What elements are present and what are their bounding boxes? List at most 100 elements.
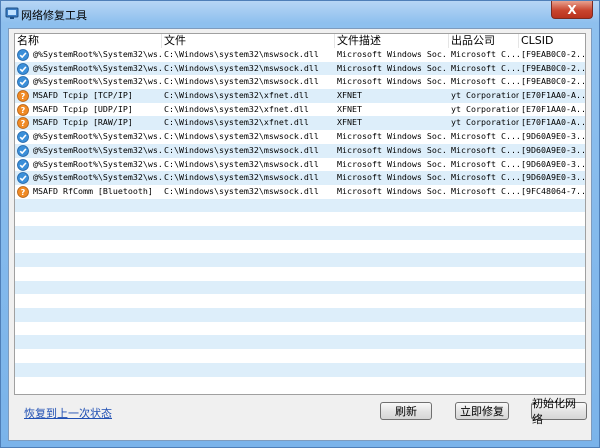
cell-desc: Microsoft Windows Soc... xyxy=(337,49,447,59)
cell-file: C:\Windows\system32\mswsock.dll xyxy=(164,185,319,196)
cell-company: Microsoft C... xyxy=(451,144,519,155)
svg-text:?: ? xyxy=(21,119,26,128)
cell-clsid: [E70F1AA0-A... xyxy=(521,117,585,128)
cell-file: C:\Windows\system32\mswsock.dll xyxy=(164,172,319,183)
check-status-icon xyxy=(17,76,29,89)
cell-clsid: [9D60A9E0-3... xyxy=(521,172,585,183)
cell-file: C:\Windows\system32\mswsock.dll xyxy=(164,158,319,169)
cell-company: Microsoft C... xyxy=(451,131,519,142)
cell-name: MSAFD Tcpip [UDP/IP] xyxy=(33,103,133,114)
question-status-icon: ? xyxy=(17,90,29,102)
table-row[interactable]: @%SystemRoot%\System32\ws... C:\Windows\s… xyxy=(15,61,585,76)
cell-company: Microsoft C... xyxy=(451,185,519,196)
cell-name: MSAFD Tcpip [TCP/IP] xyxy=(33,90,133,101)
cell-desc: Microsoft Windows Soc... xyxy=(337,185,447,196)
empty-row xyxy=(15,294,585,309)
table-row[interactable]: ? MSAFD Tcpip [RAW/IP] C:\Windows\system32… xyxy=(15,116,585,131)
cell-name: @%SystemRoot%\System32\ws... xyxy=(33,131,161,142)
empty-row xyxy=(15,308,585,322)
table-row[interactable]: @%SystemRoot%\System32\ws... C:\Windows\s… xyxy=(15,157,585,172)
cell-desc: XFNET xyxy=(337,117,362,128)
refresh-button[interactable]: 刷新 xyxy=(380,402,432,420)
cell-file: C:\Windows\system32\xfnet.dll xyxy=(164,117,309,128)
cell-desc: Microsoft Windows Soc... xyxy=(337,158,447,169)
repair-now-button[interactable]: 立即修复 xyxy=(455,402,509,420)
cell-desc: Microsoft Windows Soc... xyxy=(337,62,447,73)
cell-name: @%SystemRoot%\System32\ws... xyxy=(33,172,161,183)
question-status-icon: ? xyxy=(17,117,29,130)
initialize-network-button[interactable]: 初始化网络 xyxy=(531,397,587,426)
cell-company: yt Corporation xyxy=(451,103,519,114)
empty-row xyxy=(15,267,585,281)
cell-company: Microsoft C... xyxy=(451,172,519,183)
cell-file: C:\Windows\system32\mswsock.dll xyxy=(164,76,319,87)
cell-clsid: [F9EAB0C0-2... xyxy=(521,76,585,87)
check-status-icon xyxy=(17,172,29,185)
column-header-name[interactable]: 名称 xyxy=(15,34,162,48)
cell-name: @%SystemRoot%\System32\ws... xyxy=(33,144,161,155)
close-icon: X xyxy=(567,2,577,17)
app-window: 网络修复工具 X 名称 文件 文件描述 出品公司 CLSID @%SystemR… xyxy=(0,0,600,448)
cell-clsid: [E70F1AA0-A... xyxy=(521,90,585,101)
empty-row xyxy=(15,280,585,295)
network-app-icon xyxy=(5,7,19,19)
cell-clsid: [F9EAB0C0-2... xyxy=(521,49,585,59)
cell-name: @%SystemRoot%\System32\ws... xyxy=(33,62,161,73)
column-header-file[interactable]: 文件 xyxy=(162,34,335,48)
column-header-clsid[interactable]: CLSID xyxy=(519,34,585,48)
cell-company: Microsoft C... xyxy=(451,62,519,73)
cell-name: @%SystemRoot%\System32\ws... xyxy=(33,158,161,169)
check-status-icon xyxy=(17,62,29,75)
table-row[interactable]: ? MSAFD Tcpip [UDP/IP] C:\Windows\system32… xyxy=(15,102,585,117)
cell-name: @%SystemRoot%\System32\ws... xyxy=(33,76,161,87)
cell-file: C:\Windows\system32\mswsock.dll xyxy=(164,131,319,142)
cell-file: C:\Windows\system32\xfnet.dll xyxy=(164,90,309,101)
question-status-icon: ? xyxy=(17,185,29,198)
empty-row xyxy=(15,335,585,350)
cell-clsid: [F9EAB0C0-2... xyxy=(521,62,585,73)
title-bar[interactable]: 网络修复工具 X xyxy=(1,1,599,27)
cell-company: yt Corporation xyxy=(451,90,519,101)
cell-company: Microsoft C... xyxy=(451,158,519,169)
table-row[interactable]: ? MSAFD RfComm [Bluetooth] C:\Windows\syst… xyxy=(15,184,585,199)
check-status-icon xyxy=(17,49,29,61)
cell-file: C:\Windows\system32\mswsock.dll xyxy=(164,49,319,59)
lsp-list-view[interactable]: 名称 文件 文件描述 出品公司 CLSID @%SystemRoot%\Syst… xyxy=(14,33,586,395)
column-header-company[interactable]: 出品公司 xyxy=(449,34,519,48)
empty-row xyxy=(15,198,585,213)
column-header-description[interactable]: 文件描述 xyxy=(335,34,449,48)
check-status-icon xyxy=(17,158,29,171)
client-area: 名称 文件 文件描述 出品公司 CLSID @%SystemRoot%\Syst… xyxy=(8,28,592,441)
table-row[interactable]: ? MSAFD Tcpip [TCP/IP] C:\Windows\system32… xyxy=(15,89,585,103)
question-status-icon: ? xyxy=(17,103,29,116)
empty-row xyxy=(15,212,585,226)
empty-row xyxy=(15,349,585,363)
cell-desc: XFNET xyxy=(337,90,362,101)
empty-row xyxy=(15,239,585,254)
cell-clsid: [E70F1AA0-A... xyxy=(521,103,585,114)
table-row[interactable]: @%SystemRoot%\System32\ws... C:\Windows\s… xyxy=(15,75,585,90)
empty-row xyxy=(15,362,585,377)
check-status-icon xyxy=(17,144,29,157)
cell-desc: Microsoft Windows Soc... xyxy=(337,144,447,155)
table-row[interactable]: @%SystemRoot%\System32\ws... C:\Windows\s… xyxy=(15,171,585,185)
list-header: 名称 文件 文件描述 出品公司 CLSID xyxy=(15,34,585,48)
table-row[interactable]: @%SystemRoot%\System32\ws... C:\Windows\s… xyxy=(15,143,585,158)
cell-desc: XFNET xyxy=(337,103,362,114)
close-button[interactable]: X xyxy=(551,1,593,19)
cell-clsid: [9D60A9E0-3... xyxy=(521,158,585,169)
table-row[interactable]: @%SystemRoot%\System32\ws... C:\Windows\s… xyxy=(15,130,585,144)
cell-clsid: [9FC48064-7... xyxy=(521,185,585,196)
cell-desc: Microsoft Windows Soc... xyxy=(337,76,447,87)
table-row[interactable]: @%SystemRoot%\System32\ws... C:\Windows\s… xyxy=(15,48,585,62)
restore-previous-link[interactable]: 恢复到上一次状态 xyxy=(24,405,112,421)
cell-name: @%SystemRoot%\System32\ws... xyxy=(33,49,161,59)
empty-row xyxy=(15,376,585,391)
cell-file: C:\Windows\system32\mswsock.dll xyxy=(164,144,319,155)
window-title: 网络修复工具 xyxy=(21,9,87,22)
check-status-icon xyxy=(17,131,29,144)
cell-desc: Microsoft Windows Soc... xyxy=(337,172,447,183)
cell-name: MSAFD RfComm [Bluetooth] xyxy=(33,185,153,196)
svg-text:?: ? xyxy=(21,188,26,197)
empty-row xyxy=(15,225,585,240)
